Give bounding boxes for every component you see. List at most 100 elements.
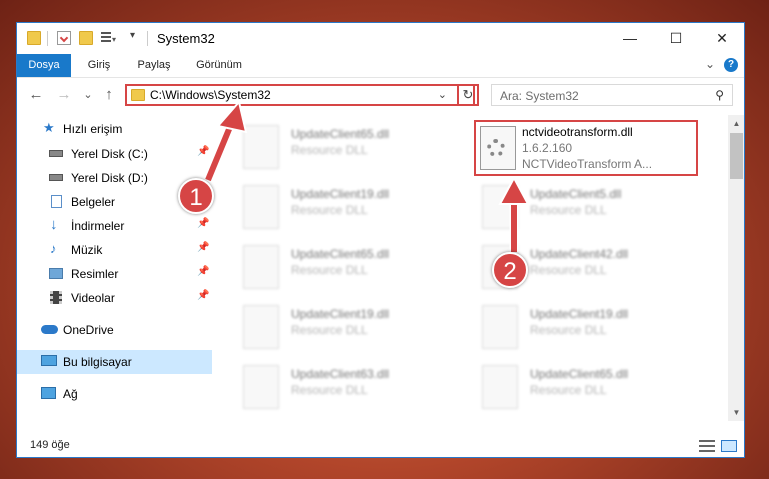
recent-locations-button[interactable]: ⌄ — [79, 86, 97, 104]
search-input[interactable]: Ara: System32 ⚲ — [491, 84, 733, 106]
dll-file-icon — [243, 125, 279, 169]
scroll-up-icon[interactable]: ▲ — [728, 115, 744, 132]
sidebar-item-label: Belgeler — [71, 195, 116, 209]
tab-file[interactable]: Dosya — [17, 54, 71, 77]
folder-icon — [131, 89, 145, 101]
download-icon: ↓ — [50, 216, 58, 233]
help-icon[interactable]: ? — [724, 58, 738, 72]
tab-view[interactable]: Görünüm — [189, 54, 249, 77]
address-path: C:\Windows\System32 — [150, 88, 271, 102]
sidebar-item-label: Müzik — [71, 243, 103, 257]
search-placeholder: Ara: System32 — [500, 89, 579, 103]
list-item[interactable]: UpdateClient19.dll Resource DLL — [235, 301, 465, 353]
dll-file-icon — [243, 245, 279, 289]
sidebar-item-music[interactable]: ♪ Müzik 📌 — [17, 238, 212, 262]
list-item[interactable]: UpdateClient63.dll Resource DLL — [235, 361, 465, 413]
sidebar-item-videos[interactable]: Videolar 📌 — [17, 286, 212, 310]
callout-1: 1 — [178, 178, 214, 214]
forward-button[interactable]: → — [55, 86, 73, 104]
navigation-bar: ← → ⌄ ↑ C:\Windows\System32 ⌄ ↻ Ara: Sys… — [17, 79, 744, 111]
sidebar-item-label: Hızlı erişim — [63, 122, 123, 136]
expand-ribbon-icon[interactable]: ⌄ — [705, 57, 715, 71]
scrollbar-thumb[interactable] — [730, 133, 743, 179]
pin-icon[interactable]: 📌 — [197, 242, 209, 253]
pin-icon[interactable]: 📌 — [197, 290, 209, 301]
callout-2: 2 — [492, 252, 528, 288]
computer-icon — [41, 355, 57, 366]
file-type: Resource DLL — [291, 143, 368, 157]
sidebar-item-this-pc[interactable]: Bu bilgisayar — [17, 350, 212, 374]
file-type: Resource DLL — [291, 203, 368, 217]
properties-icon[interactable] — [57, 31, 71, 45]
sidebar-item-local-disk-c[interactable]: Yerel Disk (C:) 📌 — [17, 142, 212, 166]
tab-home[interactable]: Giriş — [79, 54, 119, 77]
star-icon: ★ — [43, 120, 55, 135]
nctvideotransform-file-item[interactable]: nctvideotransform.dll 1.6.2.160 NCTVideo… — [474, 120, 698, 176]
file-type: Resource DLL — [530, 203, 607, 217]
list-item[interactable]: UpdateClient65.dll Resource DLL — [474, 361, 704, 413]
scroll-down-icon[interactable]: ▼ — [728, 404, 744, 421]
file-name: nctvideotransform.dll — [522, 125, 633, 139]
search-icon: ⚲ — [715, 88, 724, 102]
customize-quick-access-icon[interactable]: ▾ — [130, 30, 135, 41]
sidebar-item-label: Resimler — [71, 267, 119, 281]
sidebar-item-label: Yerel Disk (D:) — [71, 171, 148, 185]
sidebar-item-label: Ağ — [63, 387, 78, 401]
file-name: UpdateClient42.dll — [530, 247, 629, 261]
network-icon — [41, 387, 56, 399]
music-icon: ♪ — [50, 241, 57, 256]
status-bar: 149 öğe — [17, 434, 744, 457]
pin-icon[interactable]: 📌 — [197, 218, 209, 229]
sidebar-item-network[interactable]: Ağ — [17, 382, 212, 406]
list-item[interactable]: UpdateClient5.dll Resource DLL — [474, 181, 704, 233]
sidebar-item-pictures[interactable]: Resimler 📌 — [17, 262, 212, 286]
document-icon — [51, 195, 62, 208]
navigation-pane: ★ Hızlı erişim Yerel Disk (C:) 📌 Yerel D… — [17, 115, 212, 421]
back-button[interactable]: ← — [27, 86, 45, 104]
cloud-icon — [41, 325, 58, 334]
close-button[interactable]: ✕ — [699, 23, 744, 53]
sidebar-item-label: Yerel Disk (C:) — [71, 147, 148, 161]
large-icons-view-icon[interactable] — [721, 440, 737, 452]
file-list: UpdateClient65.dll Resource DLL UpdateCl… — [213, 115, 728, 421]
list-item[interactable]: UpdateClient19.dll Resource DLL — [235, 181, 465, 233]
ribbon-tabs: Dosya Giriş Paylaş Görünüm ⌄ ? — [17, 54, 744, 78]
drive-icon — [49, 150, 63, 157]
sidebar-item-label: İndirmeler — [71, 219, 125, 233]
view-menu-icon[interactable]: ▾ — [101, 31, 116, 45]
up-button[interactable]: ↑ — [100, 86, 118, 104]
maximize-button[interactable]: ☐ — [653, 23, 699, 53]
file-explorer-window: ▾ ▾ System32 — ☐ ✕ Dosya Giriş Paylaş Gö… — [16, 22, 745, 458]
refresh-button[interactable]: ↻ — [457, 84, 479, 106]
details-view-icon[interactable] — [699, 440, 715, 452]
file-type: Resource DLL — [291, 383, 368, 397]
file-type: Resource DLL — [291, 263, 368, 277]
address-dropdown-icon[interactable]: ⌄ — [438, 88, 447, 101]
tab-share[interactable]: Paylaş — [129, 54, 179, 77]
minimize-button[interactable]: — — [607, 23, 653, 53]
dll-file-icon — [243, 365, 279, 409]
sidebar-item-quick-access[interactable]: ★ Hızlı erişim — [17, 117, 212, 141]
pin-icon[interactable]: 📌 — [197, 266, 209, 277]
pin-icon[interactable]: 📌 — [197, 146, 209, 157]
sidebar-item-downloads[interactable]: ↓ İndirmeler 📌 — [17, 214, 212, 238]
separator — [47, 31, 48, 46]
folder-icon — [27, 31, 41, 45]
file-type: Resource DLL — [530, 383, 607, 397]
list-item[interactable]: UpdateClient65.dll Resource DLL — [235, 241, 465, 293]
video-icon — [50, 291, 62, 304]
file-name: UpdateClient19.dll — [291, 307, 390, 321]
vertical-scrollbar[interactable]: ▲ ▼ — [728, 115, 744, 421]
drive-icon — [49, 174, 63, 181]
dll-file-icon — [243, 185, 279, 229]
file-name: UpdateClient5.dll — [530, 187, 622, 201]
sidebar-item-label: Videolar — [71, 291, 115, 305]
dll-file-icon — [482, 305, 518, 349]
new-folder-icon[interactable] — [79, 31, 93, 45]
dll-file-icon — [243, 305, 279, 349]
list-item[interactable]: UpdateClient65.dll Resource DLL — [235, 121, 465, 173]
address-bar[interactable]: C:\Windows\System32 ⌄ — [125, 84, 475, 106]
sidebar-item-onedrive[interactable]: OneDrive — [17, 318, 212, 342]
list-item[interactable]: UpdateClient19.dll Resource DLL — [474, 301, 704, 353]
file-name: UpdateClient65.dll — [291, 127, 390, 141]
